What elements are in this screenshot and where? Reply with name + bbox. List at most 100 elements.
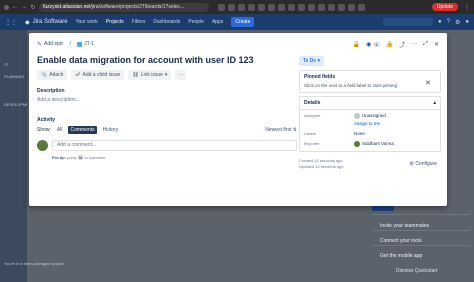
reporter-field[interactable]: Siddhant Varma (354, 141, 394, 147)
help-icon[interactable]: ? (447, 19, 450, 25)
share-icon[interactable]: ⤴ (399, 40, 405, 49)
extension-icon[interactable] (328, 3, 335, 11)
issue-key-link[interactable]: JT-1 (77, 41, 94, 47)
nav-people[interactable]: People (188, 19, 204, 25)
quickstart-button[interactable] (372, 206, 394, 211)
add-child-issue-button[interactable]: ☍ Add a child issue (71, 70, 125, 80)
issue-title[interactable]: Enable data migration for account with u… (37, 55, 297, 65)
unassigned-avatar-icon (354, 113, 360, 119)
close-icon[interactable]: ✕ (434, 41, 439, 48)
tab-all[interactable]: All (55, 126, 65, 134)
quickstart-item-connect[interactable]: Connect your tools (380, 238, 422, 244)
nav-your-work[interactable]: Your work (76, 19, 98, 25)
ellipsis-icon[interactable]: ··· (411, 41, 417, 47)
issue-breadcrumb: ✎ Add epic / JT-1 (37, 39, 297, 49)
reload-icon[interactable]: ↻ (30, 4, 36, 11)
configure-button[interactable]: ⚙ Configure (409, 161, 437, 167)
pinned-fields-hint: Click on the next to a field label to st… (304, 83, 399, 88)
extension-icon[interactable] (238, 3, 245, 11)
protip-text: press (67, 155, 77, 160)
add-epic-label: Add epic (44, 41, 64, 47)
extension-icon[interactable] (218, 3, 225, 11)
tab-comments[interactable]: Comments (68, 126, 97, 134)
jira-logo-icon: ◆ (25, 19, 30, 26)
jira-logo[interactable]: ◆ Jira Software (25, 19, 68, 26)
status-row: To Do ▾ (299, 56, 441, 66)
comment-input[interactable]: Add a comment... (52, 140, 297, 151)
window-control-icon[interactable] (4, 4, 9, 10)
extension-icon[interactable] (228, 3, 235, 11)
project-sidebar: JT PLANNING DEVELOPMENT (0, 30, 34, 282)
extension-icon[interactable] (248, 3, 255, 11)
quickstart-item-mobile[interactable]: Get the mobile app (380, 253, 422, 259)
global-search-input[interactable] (383, 18, 434, 26)
protip-key: M (78, 155, 84, 160)
extension-icon[interactable] (288, 3, 295, 11)
comment-row: Add a comment... (37, 140, 297, 151)
bell-icon[interactable]: ● (438, 19, 442, 25)
attach-label: Attach (49, 72, 64, 78)
protip-prefix: Pro tip: (52, 155, 66, 160)
more-vertical-icon[interactable]: ⋮ (464, 4, 470, 11)
extension-icon[interactable] (278, 3, 285, 11)
create-button[interactable]: Create (231, 17, 255, 27)
extension-icon[interactable] (298, 3, 305, 11)
assignee-label: Assignee (304, 113, 321, 118)
details-header[interactable]: Details ▴ (300, 97, 440, 110)
issue-meta: Created 42 seconds ago Updated 42 second… (299, 158, 441, 170)
address-bar[interactable]: fuzzysid.atlassian.net/jira/software/pro… (39, 2, 209, 12)
nav-dashboards[interactable]: Dashboards (153, 19, 180, 25)
app-switcher-icon[interactable]: ⋮⋮ (5, 19, 17, 26)
divider (372, 214, 470, 215)
quickstart-panel: Invite your teammates Connect your tools… (360, 206, 470, 282)
description-input[interactable]: Add a description... (37, 97, 297, 103)
add-epic-button[interactable]: ✎ Add epic (37, 41, 64, 48)
issue-detail-modal: ✎ Add epic / JT-1 Enable data migration f… (29, 33, 447, 206)
status-dropdown[interactable]: To Do ▾ (299, 56, 324, 66)
sidebar-project-name: JT (4, 62, 9, 67)
avatar[interactable]: ● (465, 19, 469, 25)
expand-icon[interactable]: ⤢ (423, 41, 428, 48)
dismiss-quickstart-link[interactable]: Dismiss Quickstart (396, 268, 437, 274)
close-pinned-icon[interactable]: ✕ (425, 79, 431, 87)
quickstart-item-invite[interactable]: Invite your teammates (380, 223, 429, 229)
extension-icon[interactable] (268, 3, 275, 11)
extension-icon[interactable] (258, 3, 265, 11)
browser-toolbar: ← → ↻ fuzzysid.atlassian.net/jira/softwa… (0, 0, 474, 14)
activity-section: Activity Show: All Comments History Newe… (37, 117, 297, 160)
nav-apps[interactable]: Apps (212, 19, 223, 25)
assignee-field[interactable]: Unassigned Assign to me (354, 113, 386, 126)
extension-icon[interactable] (308, 3, 315, 11)
extension-icon[interactable] (358, 3, 365, 11)
details-panel: Details ▴ Assignee Unassigned Assign to me… (299, 96, 441, 152)
watch-button[interactable]: ◉ 1 (366, 41, 380, 48)
nav-projects[interactable]: Projects (106, 19, 124, 25)
link-issue-button[interactable]: ⛓ Link issue ▾ (128, 70, 172, 80)
activity-label: Activity (37, 117, 56, 123)
protip: Pro tip: press M to comment (52, 155, 297, 160)
description-label: Description (37, 88, 65, 94)
sort-order-button[interactable]: Newest first ⇅ (265, 127, 297, 133)
watch-count: 1 (373, 41, 380, 47)
gear-icon[interactable]: ⚙ (455, 19, 460, 26)
more-actions-button[interactable]: ··· (175, 70, 187, 80)
nav-filters[interactable]: Filters (132, 19, 146, 25)
details-label: Details (304, 100, 321, 106)
activity-filter-row: Show: All Comments History Newest first … (37, 126, 297, 134)
tab-history[interactable]: History (101, 126, 121, 134)
breadcrumb-separator: / (69, 41, 72, 47)
status-label: To Do (303, 58, 317, 64)
extension-icon[interactable] (338, 3, 345, 11)
assign-to-me-link[interactable]: Assign to me (354, 121, 386, 126)
labels-value[interactable]: None (354, 131, 365, 136)
attach-button[interactable]: 📎 Attach (37, 70, 68, 80)
forward-arrow-icon[interactable]: → (21, 4, 27, 10)
browser-update-button[interactable]: Update (431, 3, 458, 11)
back-arrow-icon[interactable]: ← (12, 4, 18, 10)
thumbs-up-icon[interactable]: 👍 (386, 41, 393, 48)
lock-icon[interactable]: 🔒 (353, 41, 360, 48)
divider (372, 230, 470, 231)
extension-icon[interactable] (318, 3, 325, 11)
extension-icon[interactable] (348, 3, 355, 11)
issue-toolbar: 🔒 ◉ 1 👍 ⤴ ··· ⤢ ✕ (299, 39, 441, 49)
